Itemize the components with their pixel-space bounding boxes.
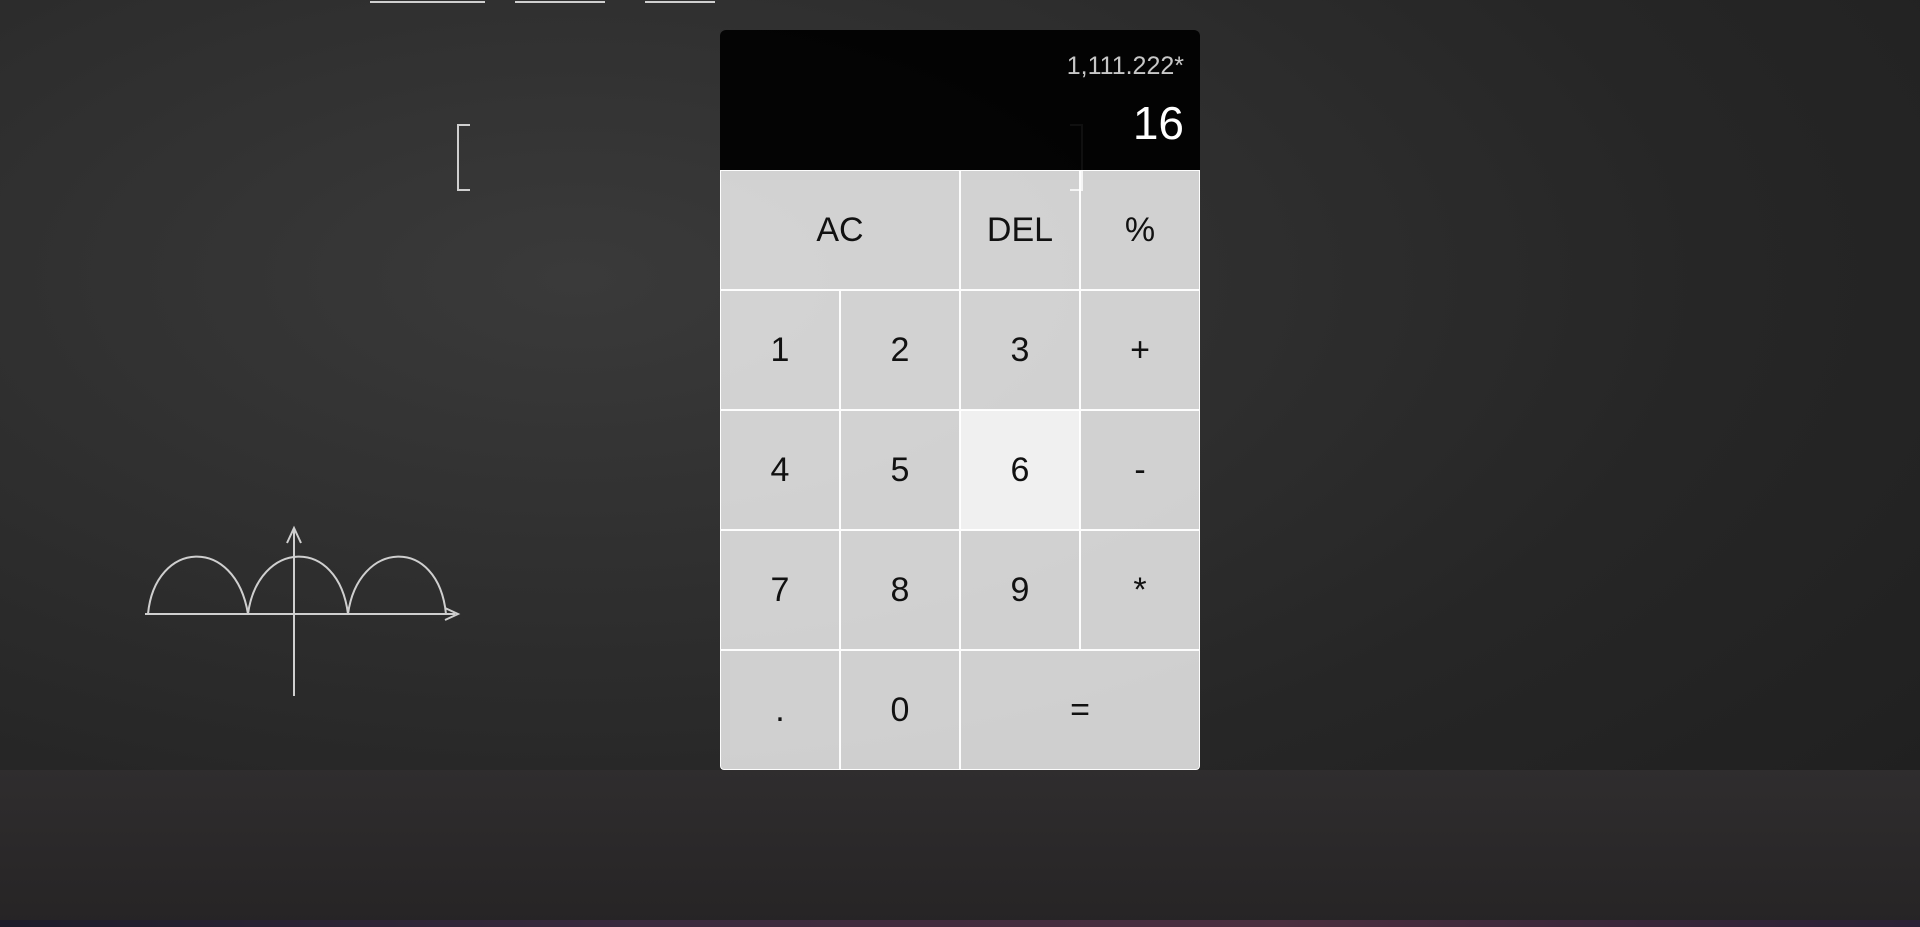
equals-button[interactable]: = bbox=[960, 650, 1200, 770]
digit-3-button[interactable]: 3 bbox=[960, 290, 1080, 410]
percent-button[interactable]: % bbox=[1080, 170, 1200, 290]
digit-7-button[interactable]: 7 bbox=[720, 530, 840, 650]
previous-operand: 1,111.222* bbox=[1066, 52, 1184, 80]
keypad: AC DEL % 1 2 3 + 4 5 6 - 7 8 9 * . 0 = bbox=[720, 170, 1200, 770]
digit-2-button[interactable]: 2 bbox=[840, 290, 960, 410]
digit-8-button[interactable]: 8 bbox=[840, 530, 960, 650]
minus-button[interactable]: - bbox=[1080, 410, 1200, 530]
digit-0-button[interactable]: 0 bbox=[840, 650, 960, 770]
digit-1-button[interactable]: 1 bbox=[720, 290, 840, 410]
calculator: 1,111.222* 16 AC DEL % 1 2 3 + 4 5 6 - 7… bbox=[720, 30, 1200, 770]
digit-9-button[interactable]: 9 bbox=[960, 530, 1080, 650]
current-operand: 16 bbox=[1132, 97, 1184, 149]
plus-button[interactable]: + bbox=[1080, 290, 1200, 410]
digit-4-button[interactable]: 4 bbox=[720, 410, 840, 530]
calculator-display: 1,111.222* 16 bbox=[720, 30, 1200, 170]
decimal-button[interactable]: . bbox=[720, 650, 840, 770]
digit-6-button[interactable]: 6 bbox=[960, 410, 1080, 530]
delete-button[interactable]: DEL bbox=[960, 170, 1080, 290]
digit-5-button[interactable]: 5 bbox=[840, 410, 960, 530]
all-clear-button[interactable]: AC bbox=[720, 170, 960, 290]
multiply-button[interactable]: * bbox=[1080, 530, 1200, 650]
